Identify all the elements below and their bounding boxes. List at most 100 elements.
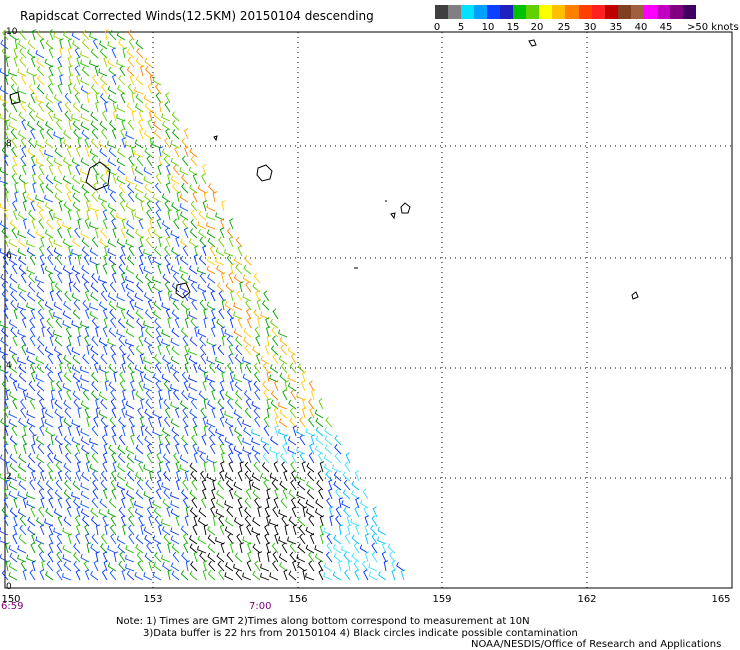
wind-barb bbox=[22, 389, 28, 401]
time-label-left: 6:59 bbox=[1, 601, 24, 612]
island-outline bbox=[400, 202, 411, 214]
wind-barb bbox=[188, 275, 198, 284]
wind-barb bbox=[221, 452, 226, 464]
wind-barb bbox=[154, 246, 162, 257]
wind-barb bbox=[90, 516, 99, 527]
wind-barb bbox=[95, 524, 101, 536]
wind-barb bbox=[26, 266, 36, 275]
wind-barb bbox=[315, 498, 324, 509]
wind-barb bbox=[122, 524, 127, 536]
wind-barb bbox=[2, 263, 9, 275]
wind-barb bbox=[245, 398, 252, 410]
wind-barb bbox=[235, 569, 243, 581]
wind-barb bbox=[188, 293, 198, 302]
wind-barb bbox=[38, 506, 45, 518]
wind-barb bbox=[84, 290, 90, 302]
wind-barb bbox=[116, 104, 126, 113]
wind-barb bbox=[161, 220, 171, 230]
wind-barb bbox=[22, 443, 28, 455]
wind-barb bbox=[90, 111, 99, 122]
wind-barb bbox=[252, 517, 261, 527]
wind-barb bbox=[199, 236, 207, 248]
wind-barb bbox=[68, 83, 73, 95]
wind-barb bbox=[98, 68, 108, 77]
wind-barb bbox=[263, 479, 270, 491]
wind-barb bbox=[162, 498, 171, 509]
wind-barb bbox=[113, 371, 118, 383]
wind-barb bbox=[326, 542, 333, 554]
wind-barb bbox=[144, 435, 153, 446]
wind-barb bbox=[54, 399, 63, 410]
wind-barb bbox=[297, 516, 306, 527]
wind-barb bbox=[36, 282, 45, 293]
wind-barb bbox=[219, 389, 225, 401]
wind-barb bbox=[216, 264, 225, 275]
wind-barb bbox=[215, 536, 225, 545]
wind-barb bbox=[139, 254, 144, 266]
wind-barb bbox=[89, 463, 99, 473]
wind-barb bbox=[50, 398, 56, 410]
wind-barb bbox=[193, 452, 199, 464]
wind-barb bbox=[167, 389, 173, 401]
wind-barb bbox=[158, 524, 163, 536]
wind-barb bbox=[36, 57, 45, 68]
wind-barb bbox=[192, 416, 198, 428]
wind-barb bbox=[299, 416, 306, 428]
wind-barb bbox=[116, 212, 126, 221]
wind-barb bbox=[55, 254, 63, 266]
wind-barb bbox=[153, 561, 162, 572]
wind-barb bbox=[329, 515, 334, 527]
wind-barb bbox=[100, 533, 108, 545]
wind-barb bbox=[77, 407, 82, 419]
wind-barb bbox=[127, 362, 135, 374]
wind-barb bbox=[77, 335, 82, 347]
wind-barb bbox=[81, 444, 90, 455]
wind-barb bbox=[134, 166, 144, 176]
wind-barb bbox=[83, 191, 90, 203]
wind-barb bbox=[80, 374, 90, 383]
wind-barb bbox=[8, 544, 18, 554]
wind-barb bbox=[161, 373, 171, 383]
wind-barb bbox=[102, 452, 108, 464]
wind-barb bbox=[135, 273, 144, 284]
wind-barb bbox=[73, 128, 81, 140]
wind-barb bbox=[68, 281, 74, 293]
wind-barb bbox=[202, 200, 208, 212]
wind-barb bbox=[108, 363, 117, 374]
wind-barb bbox=[236, 416, 243, 428]
wind-barb bbox=[77, 254, 83, 266]
wind-barb bbox=[64, 290, 72, 302]
wind-barb bbox=[182, 245, 189, 257]
wind-barb bbox=[229, 380, 235, 392]
wind-barb bbox=[145, 389, 153, 401]
wind-barb bbox=[262, 362, 270, 374]
wind-barb bbox=[38, 209, 45, 221]
wind-barb bbox=[219, 227, 225, 239]
wind-barb bbox=[62, 310, 72, 320]
wind-barb bbox=[190, 281, 198, 293]
wind-barb bbox=[280, 362, 288, 374]
wind-barb bbox=[146, 155, 153, 167]
wind-barb bbox=[55, 317, 63, 329]
wind-barb bbox=[245, 281, 252, 293]
wind-barb bbox=[111, 470, 117, 482]
wind-barb bbox=[323, 562, 333, 572]
wind-barb bbox=[47, 443, 54, 455]
wind-barb bbox=[364, 533, 370, 545]
wind-barb bbox=[103, 560, 108, 572]
wind-barb bbox=[11, 173, 18, 185]
wind-barb bbox=[291, 470, 297, 482]
wind-barb bbox=[218, 308, 225, 320]
wind-barb bbox=[217, 479, 225, 491]
wind-barb bbox=[101, 434, 108, 446]
wind-barb bbox=[198, 228, 207, 239]
wind-barb bbox=[271, 542, 279, 554]
wind-barb bbox=[263, 416, 270, 428]
wind-barb bbox=[90, 507, 99, 518]
lat-tick-label: 0 bbox=[6, 582, 12, 592]
wind-barb bbox=[29, 317, 36, 329]
wind-barb bbox=[318, 560, 324, 572]
wind-barb bbox=[48, 236, 54, 248]
wind-barb bbox=[264, 524, 270, 536]
wind-barb bbox=[91, 372, 99, 383]
